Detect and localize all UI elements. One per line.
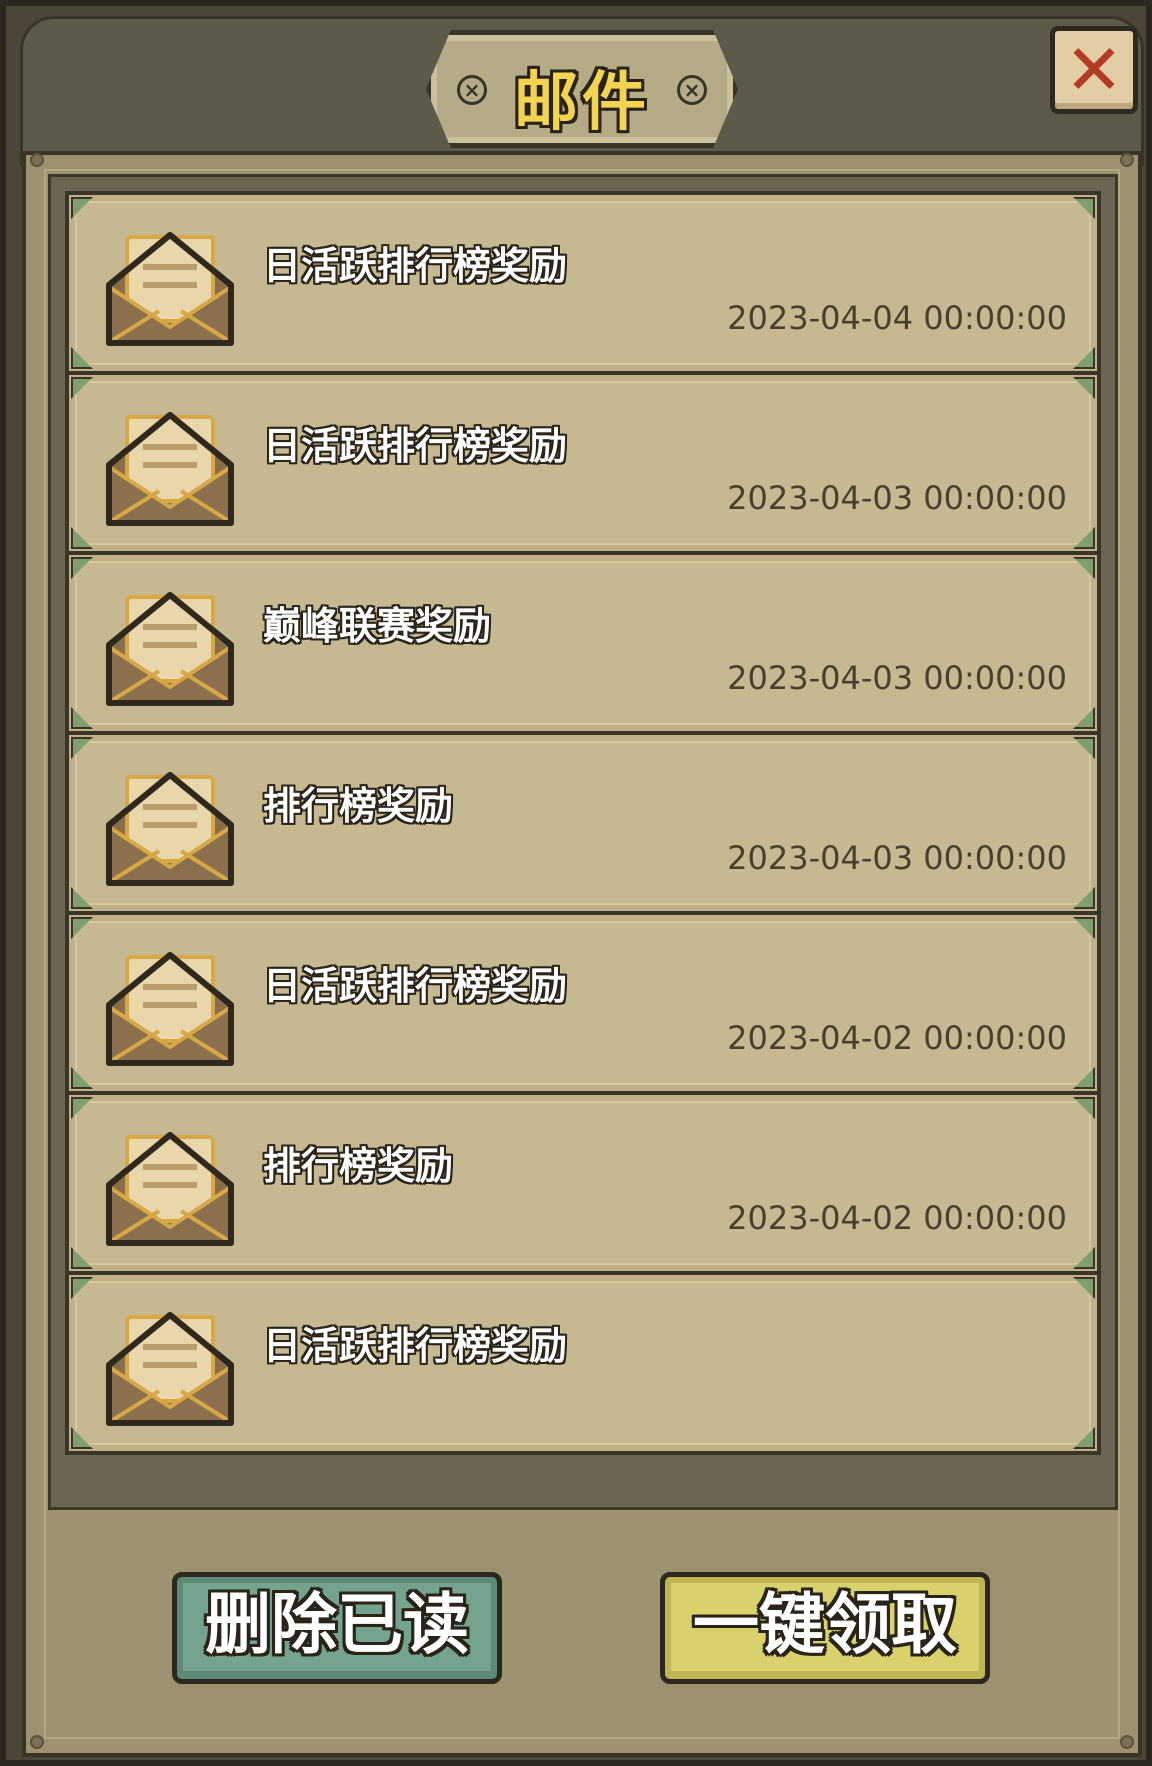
corner-ornament [1073,1097,1095,1119]
rivet [1120,1735,1134,1749]
corner-ornament [71,347,93,369]
corner-ornament [1073,557,1095,579]
close-icon: ✕ [1064,29,1124,111]
mail-item[interactable]: 日活跃排行榜奖励 2023-04-04 00:00:00 [65,191,1101,375]
rivet [1120,153,1134,167]
mail-date: 2023-04-04 00:00:00 [727,299,1067,337]
corner-ornament [71,1427,93,1449]
rivet [30,153,44,167]
mail-date: 2023-04-03 00:00:00 [727,659,1067,697]
mail-title: 排行榜奖励 [263,784,454,828]
mail-title: 日活跃排行榜奖励 [263,964,568,1008]
mail-date: 2023-04-03 00:00:00 [727,479,1067,517]
mail-item[interactable]: 日活跃排行榜奖励 2023-04-03 00:00:00 [65,371,1101,555]
title-plate: 邮件 × × [426,30,738,148]
corner-ornament [1073,737,1095,759]
mail-item[interactable]: 巅峰联赛奖励 2023-04-03 00:00:00 [65,551,1101,735]
corner-ornament [1073,1277,1095,1299]
corner-ornament [1073,707,1095,729]
open-envelope-icon [97,215,243,359]
mail-date: 2023-04-02 00:00:00 [727,1019,1067,1057]
corner-ornament [1073,1247,1095,1269]
corner-ornament [71,527,93,549]
claim-all-button[interactable]: 一键领取 [660,1572,990,1684]
corner-ornament [1073,917,1095,939]
corner-ornament [1073,377,1095,399]
corner-ornament [71,1247,93,1269]
corner-ornament [1073,527,1095,549]
mail-item[interactable]: 日活跃排行榜奖励 2023-04-02 00:00:00 [65,911,1101,1095]
mail-title: 排行榜奖励 [263,1144,454,1188]
close-button[interactable]: ✕ [1050,26,1138,114]
corner-ornament [71,737,93,759]
open-envelope-icon [97,575,243,719]
corner-ornament [71,1277,93,1299]
mail-item[interactable]: 日活跃排行榜奖励 [65,1271,1101,1455]
corner-ornament [71,887,93,909]
corner-ornament [1073,1067,1095,1089]
open-envelope-icon [97,755,243,899]
rivet [30,1735,44,1749]
open-envelope-icon [97,1115,243,1259]
open-envelope-icon [97,395,243,539]
corner-ornament [71,557,93,579]
corner-ornament [1073,347,1095,369]
delete-read-button[interactable]: 删除已读 [172,1572,502,1684]
corner-ornament [1073,197,1095,219]
mail-title: 巅峰联赛奖励 [263,604,492,648]
mail-item[interactable]: 排行榜奖励 2023-04-02 00:00:00 [65,1091,1101,1275]
corner-ornament [1073,1427,1095,1449]
open-envelope-icon [97,1295,243,1439]
corner-ornament [71,707,93,729]
corner-ornament [71,917,93,939]
corner-ornament [71,1067,93,1089]
mail-date: 2023-04-02 00:00:00 [727,1199,1067,1237]
mail-title: 日活跃排行榜奖励 [263,244,568,288]
corner-ornament [71,1097,93,1119]
mail-window: 邮件 × × ✕ 日活跃排行榜奖励 2023-04-04 00:00:00 日活跃排… [0,0,1152,1766]
mail-item[interactable]: 排行榜奖励 2023-04-03 00:00:00 [65,731,1101,915]
title-ornament-icon: × [457,75,487,105]
mail-date: 2023-04-03 00:00:00 [727,839,1067,877]
mail-title: 日活跃排行榜奖励 [263,1324,568,1368]
title-ornament-icon: × [677,75,707,105]
corner-ornament [1073,887,1095,909]
corner-ornament [71,197,93,219]
mail-title: 日活跃排行榜奖励 [263,424,568,468]
mail-list[interactable]: 日活跃排行榜奖励 2023-04-04 00:00:00 日活跃排行榜奖励 2023-… [48,174,1118,1510]
corner-ornament [71,377,93,399]
open-envelope-icon [97,935,243,1079]
